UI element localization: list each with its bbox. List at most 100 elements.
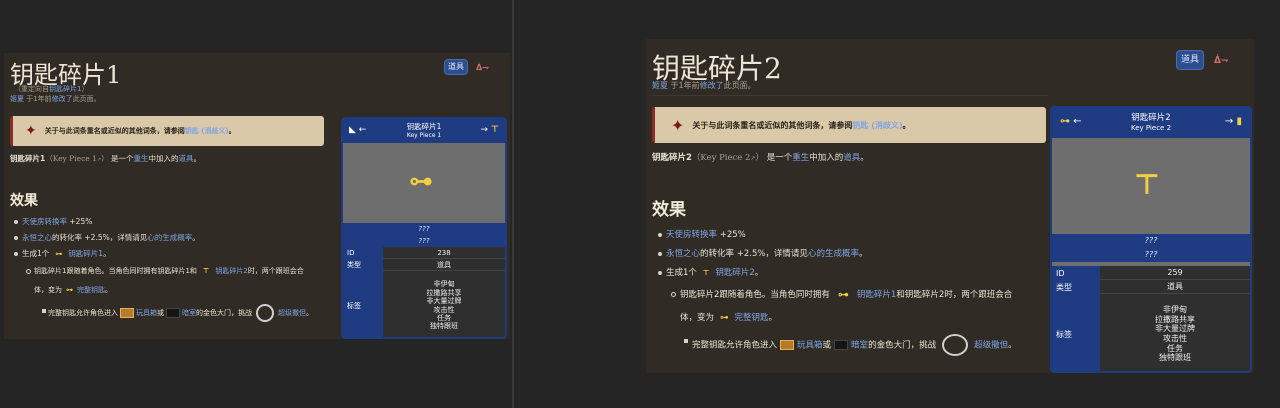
star-icon: ✦ [671, 115, 685, 135]
tag: 拉撒路共享 [1155, 314, 1195, 324]
eternal-heart-link[interactable]: 永恒之心 [22, 233, 52, 242]
eternal-heart-link[interactable]: 永恒之心 [666, 249, 700, 259]
angel-room-link[interactable]: 天使房转换率 [666, 230, 717, 240]
title-divider [652, 95, 1048, 96]
disambiguation-link[interactable]: 钥匙 (消歧义) [185, 126, 229, 136]
tags-row: 标签 非伊甸 拉撒路共享 非大量过牌 攻击性 任务 独特跟班 [1052, 294, 1250, 371]
tag: 独特跟班 [1159, 353, 1191, 363]
key-piece-icon: ⊤ [702, 268, 710, 277]
effect-item: 天使房转换率 +25% [22, 217, 93, 226]
chest-icon [780, 340, 795, 350]
effect-item: 永恒之心的转化率 +2.5%，详情请见心的生成概率。 [22, 233, 200, 242]
heart-spawn-link[interactable]: 心的生成概率 [147, 233, 192, 242]
item-link[interactable]: 道具 [843, 153, 860, 163]
tab-item-button[interactable]: 道具 [1176, 50, 1204, 70]
tag: 攻击性 [433, 305, 455, 314]
infobox-subtitle: Key Piece 2 [1130, 124, 1172, 132]
rebirth-link[interactable]: 重生 [133, 154, 148, 163]
item-sprite-area: ⊤ [1052, 138, 1250, 234]
chest-link[interactable]: 玩具箱 [136, 309, 157, 317]
full-key-icon: ⊶ [66, 286, 73, 294]
description-line: ??? [1052, 248, 1250, 262]
page-tools-icon[interactable]: ᐄ⇁ [476, 63, 489, 72]
editor-link[interactable]: 姬夏 [10, 95, 24, 103]
type-row: 类型 道具 [1052, 280, 1250, 294]
full-key-link[interactable]: 完整钥匙 [735, 313, 769, 323]
key-piece-link[interactable]: 钥匙碎片1 [68, 249, 103, 258]
disambiguation-link[interactable]: 钥匙 (消歧义) [852, 120, 902, 131]
mega-satan-link[interactable]: 超级撒但 [278, 309, 306, 317]
effects-heading: 效果 [10, 193, 38, 209]
rebirth-link[interactable]: 重生 [792, 153, 809, 163]
edit-info: 姬夏 于1年前修改了此页面。 [10, 95, 101, 103]
description-line: ??? [343, 235, 505, 247]
key-piece-link[interactable]: 钥匙碎片2 [715, 268, 754, 278]
effect-subsubitem: 完整钥匙允许角色进入 玩具箱或 暗室的金色大门，挑战 超级撒但。 [48, 304, 313, 322]
tag: 非大量过牌 [426, 297, 462, 306]
star-icon: ✦ [25, 123, 37, 139]
tag: 非伊甸 [433, 280, 455, 289]
tag: 拉撒路共享 [426, 288, 462, 297]
sub-sub-bullet [42, 309, 46, 313]
bullet [14, 220, 18, 224]
key-piece-1-link[interactable]: 钥匙碎片1 [857, 290, 896, 300]
effect-subitem-cont: 体，变为 ⊶ 完整钥匙。 [680, 312, 778, 324]
disambiguation-note: ✦ 关于与此词条重名或近似的其他词条，请参阅 钥匙 (消歧义)。 [10, 116, 324, 146]
dark-room-link[interactable]: 暗室 [851, 341, 868, 351]
sub-sub-bullet [684, 339, 688, 343]
full-key-link[interactable]: 完整钥匙 [77, 286, 105, 294]
editor-link[interactable]: 姬夏 [652, 81, 668, 90]
item-link[interactable]: 道具 [178, 154, 193, 163]
bullet [658, 252, 662, 256]
effect-subitem: 钥匙碎片1跟随着角色。当角色同时拥有钥匙碎片1和 ⊤ 钥匙碎片2时，两个跟班会合 [34, 267, 304, 275]
angel-room-link[interactable]: 天使房转换率 [22, 217, 67, 226]
mega-satan-icon [942, 334, 969, 356]
redirect-link[interactable]: 钥匙碎片1 [49, 85, 81, 93]
bullet [14, 236, 18, 240]
dark-room-icon [834, 340, 849, 350]
disambiguation-note: ✦ 关于与此词条重名或近似的其他词条，请参阅 钥匙 (消歧义)。 [652, 107, 1046, 143]
effect-item: 天使房转换率 +25% [666, 230, 746, 240]
bullet [14, 252, 18, 256]
key-piece-icon: ⊶ [55, 250, 63, 258]
tag: 任务 [1167, 343, 1183, 353]
edit-info: 姬夏 于1年前修改了此页面。 [652, 81, 756, 90]
item-infobox: ◣ ← 钥匙碎片1 Key Piece 1 → ⊤ ⊶ ??? ??? ID 2… [341, 117, 507, 339]
tags-row: 标签 非伊甸 拉撒路共享 非大量过牌 攻击性 任务 独特跟班 [343, 271, 505, 337]
key-sprite-icon: ⊤ [1134, 168, 1160, 201]
tag: 独特跟班 [430, 322, 458, 331]
bullet [658, 271, 662, 275]
pane-divider[interactable] [512, 0, 514, 408]
page-tools-icon[interactable]: ᐄ⇁ [1214, 56, 1229, 66]
mega-satan-icon [256, 304, 274, 322]
sub-bullet [671, 292, 676, 297]
tag: 非伊甸 [1163, 305, 1187, 315]
history-link[interactable]: 修改了 [700, 81, 724, 90]
dark-room-link[interactable]: 暗室 [182, 309, 196, 317]
history-link[interactable]: 修改了 [52, 95, 73, 103]
article-page-left: 钥匙碎片1 （重定向自钥匙碎片1） 姬夏 于1年前修改了此页面。 道具 ᐄ⇁ ✦… [4, 53, 510, 339]
next-item-icon[interactable]: → ▮ [1225, 116, 1242, 127]
intro-paragraph: 钥匙碎片1（Key Piece 1↗） 是一个重生中加入的道具。 [10, 154, 201, 163]
effect-item: 生成1个 ⊤ 钥匙碎片2。 [666, 268, 764, 278]
next-item-icon[interactable]: → ⊤ [480, 125, 499, 135]
infobox-title: 钥匙碎片2 [1131, 113, 1171, 123]
quote-line: ??? [1052, 234, 1250, 248]
full-key-icon: ⊶ [720, 312, 729, 323]
chest-link[interactable]: 玩具箱 [797, 341, 823, 351]
tags-list: 非伊甸 拉撒路共享 非大量过牌 攻击性 任务 独特跟班 [383, 271, 505, 337]
mega-satan-link[interactable]: 超级撒但 [974, 341, 1008, 351]
redirect-note: （重定向自钥匙碎片1） [14, 85, 89, 93]
dark-room-icon [166, 308, 180, 318]
key-piece-2-link[interactable]: 钥匙碎片2 [215, 267, 247, 275]
key-piece-icon: ⊶ [837, 288, 849, 301]
effect-item: 生成1个 ⊶ 钥匙碎片1。 [22, 249, 111, 258]
tag: 非大量过牌 [1155, 324, 1195, 334]
type-row: 类型 道具 [343, 259, 505, 271]
id-row: ID 259 [1052, 266, 1250, 280]
tab-item-button[interactable]: 道具 [444, 59, 468, 75]
key-piece-icon: ⊤ [202, 267, 210, 275]
infobox-header: ◣ ← 钥匙碎片1 Key Piece 1 → ⊤ [343, 119, 505, 143]
heart-spawn-link[interactable]: 心的生成概率 [808, 249, 859, 259]
item-infobox: ⊶ ← 钥匙碎片2 Key Piece 2 → ▮ ⊤ ??? ??? ID 2… [1050, 106, 1252, 373]
